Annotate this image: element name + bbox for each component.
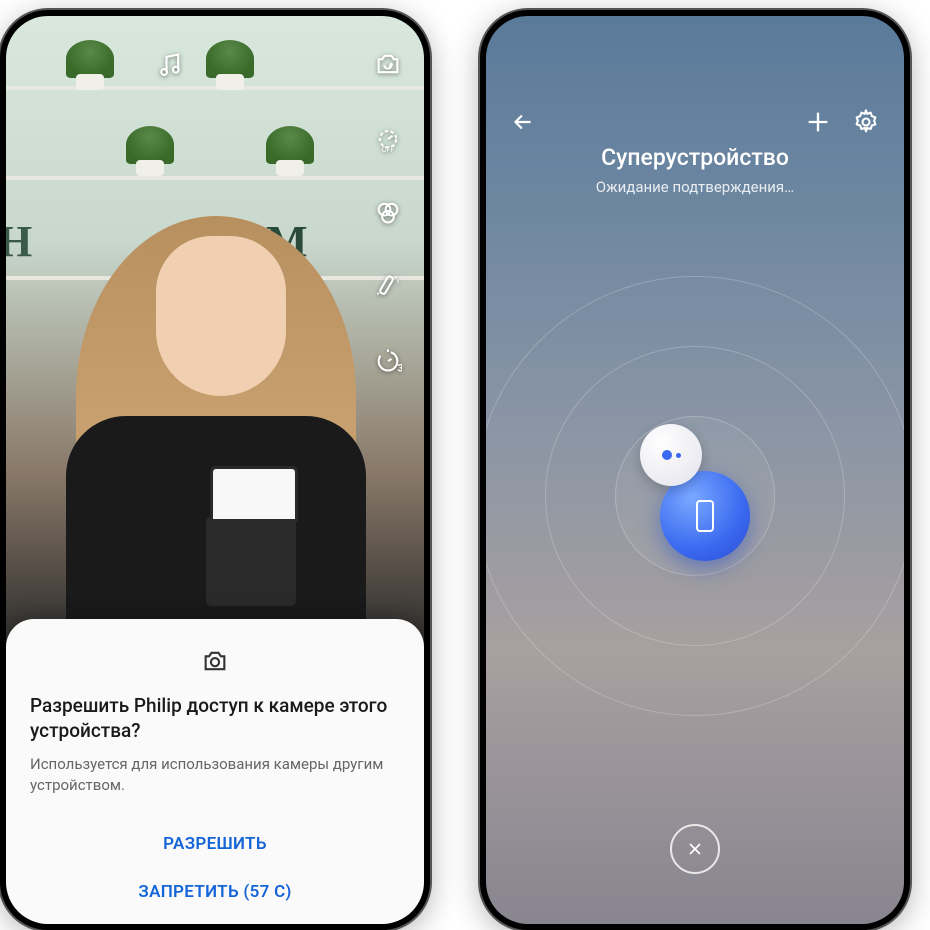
music-icon[interactable] <box>156 51 184 79</box>
camera-app-screen: H M OFF <box>6 16 424 924</box>
countdown-3-icon[interactable]: 3 <box>370 342 406 378</box>
superdevice-screen: Суперустройство Ожидание подтверждения… <box>486 16 904 924</box>
magic-wand-icon[interactable] <box>370 268 406 304</box>
phone-mockup-left: H M OFF <box>0 10 430 930</box>
svg-text:OFF: OFF <box>382 146 395 152</box>
device-orb-secondary[interactable] <box>640 424 702 486</box>
close-button[interactable] <box>670 824 720 874</box>
back-icon[interactable] <box>510 109 536 135</box>
superdevice-subtitle: Ожидание подтверждения… <box>486 178 904 196</box>
scene-shelf <box>6 86 424 90</box>
scene-plant <box>206 40 254 78</box>
orb-dot-icon <box>662 450 672 460</box>
permission-dialog: Разрешить Philip доступ к камере этого у… <box>6 619 424 924</box>
camera-icon <box>30 647 400 675</box>
device-radar <box>486 276 904 716</box>
settings-icon[interactable] <box>852 108 880 136</box>
scene-plant <box>66 40 114 78</box>
dialog-description: Используется для использования камеры др… <box>30 754 400 796</box>
add-icon[interactable] <box>804 108 832 136</box>
camera-controls-column: OFF 3 <box>370 46 406 378</box>
dialog-title: Разрешить Philip доступ к камере этого у… <box>30 693 400 744</box>
superdevice-header <box>486 108 904 136</box>
orb-dot-icon <box>676 453 681 458</box>
deny-button[interactable]: ЗАПРЕТИТЬ (57 С) <box>30 868 400 916</box>
superdevice-title: Суперустройство <box>486 144 904 171</box>
svg-text:3: 3 <box>397 362 402 374</box>
timer-off-icon[interactable]: OFF <box>370 120 406 156</box>
filters-icon[interactable] <box>370 194 406 230</box>
scene-person <box>46 156 386 656</box>
phone-mockup-right: Суперустройство Ожидание подтверждения… <box>480 10 910 930</box>
switch-camera-icon[interactable] <box>370 46 406 82</box>
allow-button[interactable]: РАЗРЕШИТЬ <box>30 820 400 868</box>
scene-letter: H <box>6 216 32 267</box>
